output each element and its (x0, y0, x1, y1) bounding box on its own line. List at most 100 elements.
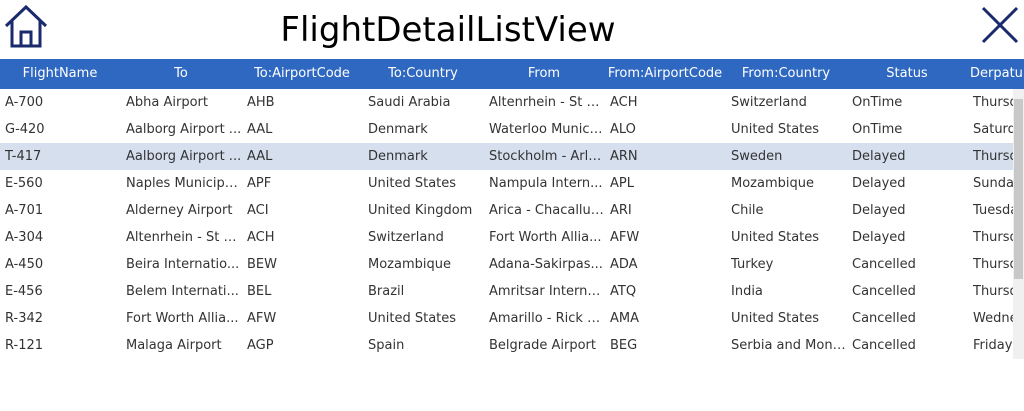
cell-from: Belgrade Airport (489, 338, 596, 353)
column-header-from-airportcode[interactable]: From:AirportCode (605, 59, 725, 89)
cell-to: Altenrhein - St G... (126, 230, 242, 245)
page-title: FlightDetailListView (280, 10, 616, 50)
cell-flightname: A-450 (5, 257, 44, 272)
cell-status: OnTime (852, 95, 903, 110)
cell-from: Amritsar Interna... (489, 284, 605, 299)
cell-from-country: Switzerland (731, 95, 807, 110)
table-row[interactable]: R-121 Malaga Airport AGP Spain Belgrade … (0, 332, 1024, 359)
table-row[interactable]: A-700 Abha Airport AHB Saudi Arabia Alte… (0, 89, 1024, 116)
header: FlightDetailListView (0, 0, 1024, 59)
cell-from-airportcode: BEG (610, 338, 638, 353)
cell-to-country: United States (368, 311, 457, 326)
cell-from-airportcode: ATQ (610, 284, 637, 299)
cell-from-airportcode: AFW (610, 230, 640, 245)
cell-status: Delayed (852, 149, 906, 164)
cell-to-airportcode: BEW (247, 257, 277, 272)
cell-to-country: Spain (368, 338, 405, 353)
cell-flightname: R-121 (5, 338, 44, 353)
cell-status: Delayed (852, 176, 906, 191)
cell-flightname: R-342 (5, 311, 44, 326)
flight-detail-list-screen: FlightDetailListView FlightName To To:Ai… (0, 0, 1024, 411)
cell-to-country: United Kingdom (368, 203, 473, 218)
cell-to: Alderney Airport (126, 203, 233, 218)
cell-from-country: Turkey (731, 257, 774, 272)
close-button[interactable] (980, 5, 1020, 45)
vertical-scrollbar[interactable] (1013, 89, 1024, 359)
cell-to-airportcode: AFW (247, 311, 277, 326)
cell-status: Delayed (852, 203, 906, 218)
cell-from-airportcode: ARN (610, 149, 638, 164)
cell-from-country: India (731, 284, 763, 299)
cell-to: Abha Airport (126, 95, 208, 110)
cell-status: Delayed (852, 230, 906, 245)
cell-to-airportcode: AAL (247, 122, 273, 137)
cell-to-airportcode: APF (247, 176, 272, 191)
cell-from-country: United States (731, 311, 820, 326)
cell-to: Aalborg Airport ... (126, 122, 242, 137)
cell-from-airportcode: ACH (610, 95, 638, 110)
cell-from: Stockholm - Arla... (489, 149, 605, 164)
cell-to: Aalborg Airport ... (126, 149, 242, 164)
cell-to-airportcode: BEL (247, 284, 272, 299)
column-header-status[interactable]: Status (847, 59, 967, 89)
cell-from: Fort Worth Allia... (489, 230, 602, 245)
cell-flightname: E-456 (5, 284, 43, 299)
cell-from: Arica - Chacallut... (489, 203, 605, 218)
cell-to: Belem Internati... (126, 284, 239, 299)
cell-to-country: Denmark (368, 122, 428, 137)
cell-from-country: Serbia and Mont... (731, 338, 847, 353)
column-header-flightname[interactable]: FlightName (0, 59, 120, 89)
cell-from: Altenrhein - St G... (489, 95, 605, 110)
cell-from-airportcode: AMA (610, 311, 640, 326)
cell-flightname: E-560 (5, 176, 43, 191)
cell-from: Nampula Intern... (489, 176, 603, 191)
scrollbar-thumb[interactable] (1014, 99, 1023, 279)
cell-to-country: Switzerland (368, 230, 444, 245)
cell-flightname: A-701 (5, 203, 44, 218)
cell-to-country: Brazil (368, 284, 405, 299)
cell-to-airportcode: ACI (247, 203, 269, 218)
cell-to-airportcode: ACH (247, 230, 275, 245)
table-row[interactable]: E-456 Belem Internati... BEL Brazil Amri… (0, 278, 1024, 305)
cell-from: Amarillo - Rick H... (489, 311, 605, 326)
cell-from-country: United States (731, 230, 820, 245)
flight-gallery[interactable]: FlightName To To:AirportCode To:Country … (0, 59, 1024, 359)
cell-flightname: A-304 (5, 230, 44, 245)
cell-to-country: Saudi Arabia (368, 95, 451, 110)
cell-to: Malaga Airport (126, 338, 222, 353)
column-header-from-country[interactable]: From:Country (726, 59, 846, 89)
cell-to-airportcode: AGP (247, 338, 274, 353)
cell-status: Cancelled (852, 284, 916, 299)
cell-flightname: T-417 (5, 149, 42, 164)
column-header-from[interactable]: From (484, 59, 604, 89)
cell-status: Cancelled (852, 338, 916, 353)
cell-from-country: United States (731, 122, 820, 137)
column-header-to-airportcode[interactable]: To:AirportCode (242, 59, 362, 89)
column-header-to[interactable]: To (121, 59, 241, 89)
column-header-departure[interactable]: Derpatu (968, 59, 1024, 89)
table-row[interactable]: G-420 Aalborg Airport ... AAL Denmark Wa… (0, 116, 1024, 143)
cell-from-airportcode: ALO (610, 122, 636, 137)
table-row[interactable]: R-342 Fort Worth Allia... AFW United Sta… (0, 305, 1024, 332)
table-row[interactable]: A-304 Altenrhein - St G... ACH Switzerla… (0, 224, 1024, 251)
table-row[interactable]: A-701 Alderney Airport ACI United Kingdo… (0, 197, 1024, 224)
cell-flightname: A-700 (5, 95, 44, 110)
close-icon (981, 6, 1019, 44)
table-row-selected[interactable]: T-417 Aalborg Airport ... AAL Denmark St… (0, 143, 1024, 170)
table-row[interactable]: E-560 Naples Municipa... APF United Stat… (0, 170, 1024, 197)
cell-to-airportcode: AAL (247, 149, 273, 164)
cell-from-country: Chile (731, 203, 764, 218)
cell-flightname: G-420 (5, 122, 45, 137)
cell-status: Cancelled (852, 257, 916, 272)
cell-from: Waterloo Munici... (489, 122, 605, 137)
cell-to: Naples Municipa... (126, 176, 242, 191)
cell-to-country: Denmark (368, 149, 428, 164)
cell-to-country: Mozambique (368, 257, 451, 272)
cell-status: OnTime (852, 122, 903, 137)
cell-from-airportcode: APL (610, 176, 634, 191)
cell-to: Beira Internatio... (126, 257, 240, 272)
cell-status: Cancelled (852, 311, 916, 326)
cell-to-country: United States (368, 176, 457, 191)
table-row[interactable]: A-450 Beira Internatio... BEW Mozambique… (0, 251, 1024, 278)
column-header-to-country[interactable]: To:Country (363, 59, 483, 89)
